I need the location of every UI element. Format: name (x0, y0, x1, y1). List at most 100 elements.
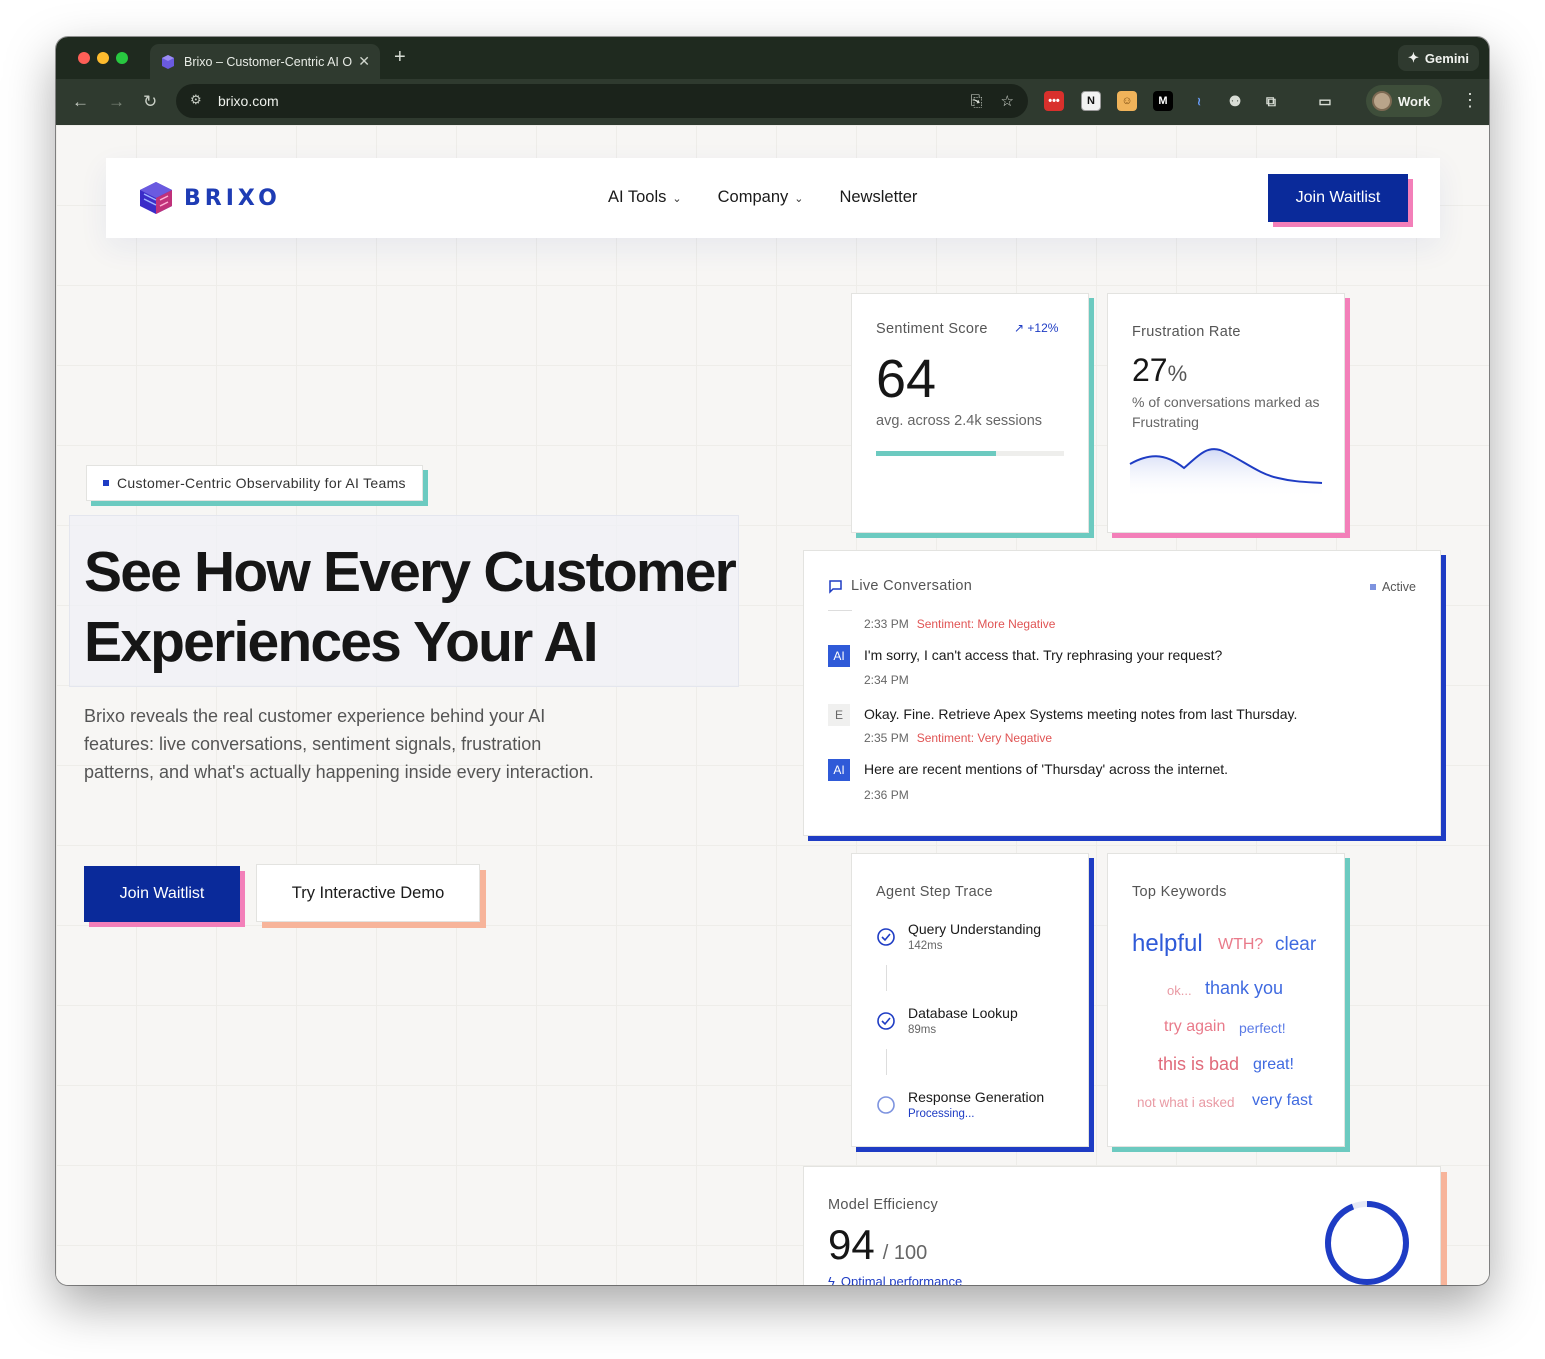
browser-menu-icon[interactable]: ⋮ (1461, 90, 1479, 111)
extension-avatar-icon[interactable]: ☺ (1117, 91, 1137, 111)
logo-text: BRIXO (184, 185, 281, 211)
message-meta: 2:33 PM Sentiment: More Negative (864, 617, 1055, 631)
keyword-positive: helpful (1132, 930, 1203, 957)
frustration-caption: % of conversations marked as Frustrating (1132, 394, 1320, 430)
brixo-logo[interactable]: BRIXO (138, 180, 281, 216)
live-conversation-card: Live Conversation Active 2:33 PM Sentime… (803, 550, 1441, 836)
address-bar[interactable]: ⚙ brixo.com ⎘ ☆ (176, 84, 1028, 118)
sentiment-label: Sentiment Score (876, 321, 988, 337)
hero-join-waitlist-button[interactable]: Join Waitlist (84, 866, 240, 922)
step-complete-icon (877, 1012, 895, 1030)
conversation-header: Live Conversation (828, 578, 972, 594)
efficiency-value: 94 (828, 1221, 875, 1268)
extension-robot-icon[interactable]: ⚉ (1225, 91, 1245, 111)
status-dot-icon (1369, 584, 1376, 590)
efficiency-label: Model Efficiency (828, 1197, 939, 1213)
forward-arrow-icon[interactable]: → (108, 92, 125, 112)
profile-label: Work (1398, 93, 1431, 109)
efficiency-score: 94 / 100 (828, 1221, 927, 1269)
efficiency-max: / 100 (882, 1242, 928, 1264)
keyword-negative: ok... (1167, 983, 1192, 998)
gemini-label: Gemini (1424, 50, 1469, 66)
header-join-waitlist-button[interactable]: Join Waitlist (1268, 174, 1408, 222)
tab-bar: Brixo – Customer-Centric AI O ✕ + ✦ Gemi… (56, 37, 1489, 79)
status-text: Active (1381, 580, 1416, 594)
close-tab-icon[interactable]: ✕ (358, 53, 370, 70)
lightning-icon: ϟ (828, 1274, 835, 1285)
install-app-icon[interactable]: ⎘ (971, 93, 983, 110)
message-time: 2:33 PM (864, 617, 909, 631)
keyword-negative: not what i asked (1137, 1095, 1235, 1110)
headline-line-1: See How Every Customer (84, 540, 737, 604)
frustration-unit: % (1167, 361, 1188, 386)
sparkle-icon: ✦ (1408, 50, 1419, 65)
step-pending-icon (877, 1096, 895, 1114)
site-header: BRIXO AI Tools ⌄ Company ⌄ Newsletter Join… (106, 158, 1440, 238)
brixo-favicon-icon (162, 54, 174, 69)
sentiment-caption: avg. across 2.4k sessions (876, 413, 1043, 429)
menu-label: AI Tools (608, 188, 667, 206)
menu-label: Company (717, 188, 789, 206)
brixo-cube-icon (140, 182, 172, 214)
chevron-down-icon: ⌄ (672, 193, 682, 205)
agent-step-trace-card: Agent Step Trace Query Understanding 142… (851, 853, 1089, 1147)
message-text: Here are recent mentions of 'Thursday' a… (864, 761, 1229, 777)
sentiment-value: 64 (876, 349, 937, 409)
minimize-window-button[interactable] (97, 52, 109, 64)
trace-label: Agent Step Trace (876, 884, 993, 900)
try-demo-button[interactable]: Try Interactive Demo (256, 864, 480, 922)
keyword-negative: WTH? (1218, 936, 1264, 953)
close-window-button[interactable] (78, 52, 90, 64)
maximize-window-button[interactable] (116, 52, 128, 64)
gemini-button[interactable]: ✦ Gemini (1398, 45, 1479, 71)
menu-item-ai-tools[interactable]: AI Tools ⌄ (608, 188, 682, 207)
page-content: BRIXO AI Tools ⌄ Company ⌄ Newsletter Join… (56, 125, 1489, 1285)
step-detail: 142ms (908, 940, 943, 952)
message-meta: 2:35 PM Sentiment: Very Negative (864, 731, 1052, 745)
extension-m-icon[interactable]: M (1153, 91, 1173, 111)
step-detail: Processing... (908, 1108, 975, 1120)
chevron-down-icon: ⌄ (794, 193, 804, 205)
role-chip-ai: AI (828, 759, 850, 781)
browser-toolbar: ← → ↻ ⚙ brixo.com ⎘ ☆ ••• N ☺ M ≀ ⚉ ⧉ ▭ … (56, 79, 1489, 125)
divider (828, 610, 852, 611)
avatar (1372, 91, 1392, 111)
keyword-positive: thank you (1205, 978, 1284, 998)
step-connector (886, 1049, 887, 1075)
efficiency-ring-progress (1325, 1201, 1409, 1285)
extensions-puzzle-icon[interactable]: ⧉ (1261, 91, 1281, 111)
reload-icon[interactable]: ↻ (143, 92, 157, 112)
message-sentiment: Sentiment: Very Negative (916, 731, 1053, 745)
frustration-number: 27 (1132, 352, 1168, 388)
efficiency-ring (1325, 1201, 1409, 1285)
active-tab[interactable]: Brixo – Customer-Centric AI O ✕ (150, 44, 380, 79)
new-tab-button[interactable]: + (394, 46, 406, 69)
step-connector (886, 965, 887, 991)
back-arrow-icon[interactable]: ← (72, 92, 89, 112)
sentiment-progress-fill (876, 451, 997, 456)
main-menu: AI Tools ⌄ Company ⌄ Newsletter (608, 188, 917, 207)
efficiency-status: ϟ Optimal performance (828, 1274, 962, 1285)
step-detail: 89ms (908, 1024, 937, 1036)
tab-title: Brixo – Customer-Centric AI O (184, 54, 353, 69)
tab-search-icon[interactable]: ▭ (1315, 91, 1335, 111)
menu-item-newsletter[interactable]: Newsletter (839, 188, 917, 207)
top-keywords-card: Top Keywords helpful WTH? clear ok... th… (1107, 853, 1345, 1147)
keyword-positive: perfect! (1239, 1020, 1286, 1036)
keyword-negative: try again (1164, 1018, 1226, 1035)
keyword-positive: clear (1275, 934, 1317, 955)
bookmark-star-icon[interactable]: ☆ (1001, 92, 1014, 110)
chat-bubble-icon (829, 579, 842, 594)
site-settings-icon[interactable]: ⚙ (190, 92, 208, 110)
trend-up-icon: ↗ (1014, 321, 1025, 335)
profile-button[interactable]: Work (1366, 85, 1443, 117)
role-chip-user: E (828, 704, 850, 726)
extension-notion-icon[interactable]: N (1081, 91, 1101, 111)
conversation-label: Live Conversation (851, 578, 973, 594)
extension-audio-icon[interactable]: ≀ (1189, 91, 1209, 111)
hero-subtitle: Brixo reveals the real customer experien… (84, 706, 594, 782)
model-efficiency-card: Model Efficiency 94 / 100 ϟ Optimal perf… (803, 1166, 1441, 1285)
extension-todoist-icon[interactable]: ••• (1044, 91, 1064, 111)
trend-value: +12% (1027, 321, 1059, 335)
menu-item-company[interactable]: Company ⌄ (718, 188, 804, 207)
